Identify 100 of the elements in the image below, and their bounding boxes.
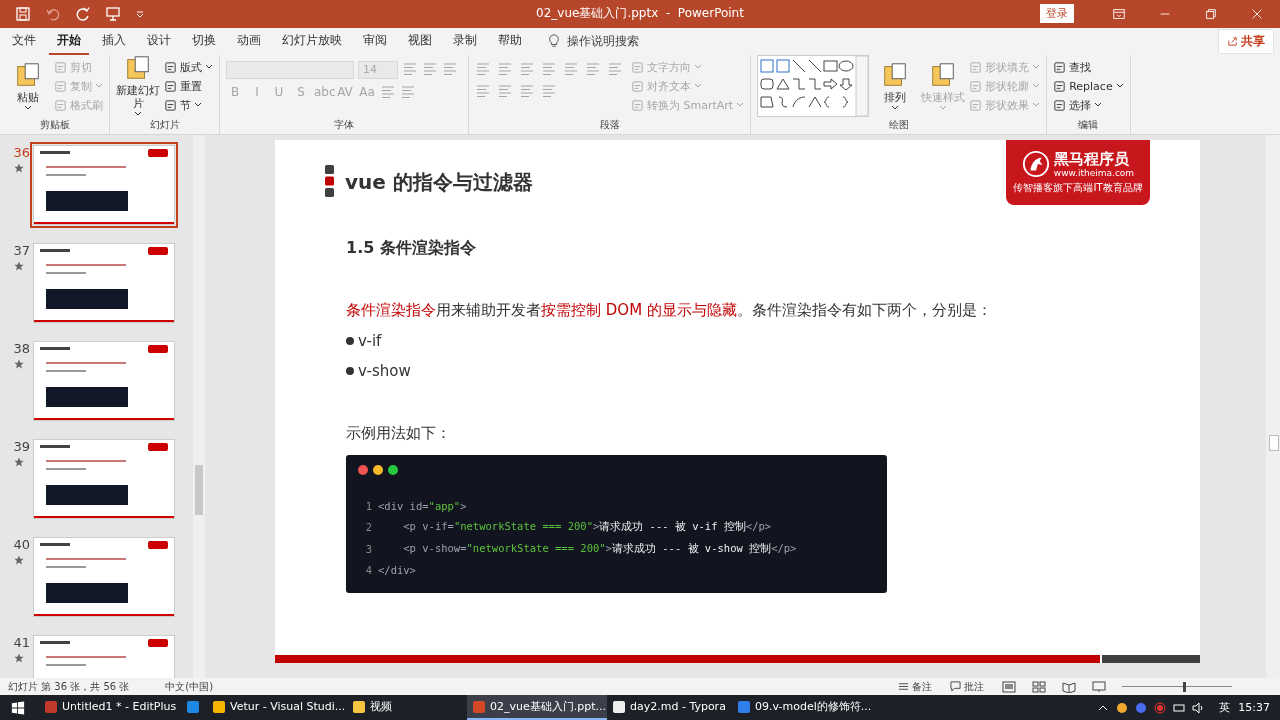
square-icon xyxy=(1053,60,1067,74)
group-label: 编辑 xyxy=(1077,118,1100,133)
slide-number: 41 xyxy=(13,635,30,651)
taskbar-item[interactable]: Untitled1 * - EditPlus xyxy=(39,695,179,720)
square-icon xyxy=(631,79,644,93)
slideshow-icon[interactable] xyxy=(1092,680,1106,693)
ribbon-tab[interactable]: 文件 xyxy=(4,27,44,55)
caret-icon xyxy=(24,103,32,112)
restore-icon[interactable] xyxy=(1204,6,1218,21)
zoom-thumb[interactable] xyxy=(1182,681,1186,692)
square-icon xyxy=(54,79,67,93)
slide-number: 40 xyxy=(13,537,30,553)
line-number: 4 xyxy=(364,564,372,577)
customize-caret-icon[interactable] xyxy=(135,8,145,19)
scrollbar[interactable] xyxy=(1266,135,1280,679)
horse-logo-icon xyxy=(1021,150,1050,179)
ribbon-large-button[interactable]: 新建幻灯片 xyxy=(116,54,160,119)
save-icon[interactable] xyxy=(15,5,31,22)
ribbon-tab[interactable]: 视图 xyxy=(400,27,440,55)
taskbar-item[interactable]: Vetur - Visual Studi... xyxy=(207,695,347,720)
code-line: <p v-if="networkState === 200">请求成功 --- 被 v-if 控制</p> xyxy=(402,520,772,535)
network-icon[interactable] xyxy=(1173,701,1186,714)
windows-start-icon[interactable] xyxy=(11,700,25,715)
ribbon-button[interactable]: 节 xyxy=(164,97,213,113)
group-label: 绘图 xyxy=(887,118,910,133)
star-icon xyxy=(14,359,24,370)
ribbon-button[interactable]: Replace xyxy=(1053,79,1124,93)
reading-view-icon[interactable] xyxy=(1062,680,1076,693)
clock[interactable]: 15:37 xyxy=(1238,701,1270,714)
ribbon-large-button[interactable]: 排列 xyxy=(873,60,918,112)
slide-thumbnail[interactable] xyxy=(33,341,175,422)
ribbon-large-button[interactable]: 粘贴 xyxy=(6,60,50,112)
presentation-icon[interactable] xyxy=(105,5,121,22)
ribbon-display-icon[interactable] xyxy=(1112,6,1126,21)
slide-thumbnail[interactable] xyxy=(33,537,175,618)
taskbar-item[interactable]: 02_vue基础入门.ppt... xyxy=(467,695,607,720)
slide-thumbnail[interactable] xyxy=(33,145,175,226)
ribbon-tab[interactable]: 设计 xyxy=(139,27,179,55)
ribbon-tab[interactable]: 动画 xyxy=(229,27,269,55)
zoom-slider[interactable] xyxy=(1122,680,1232,693)
line-number: 2 xyxy=(364,521,372,534)
square-icon xyxy=(631,60,644,74)
square-icon xyxy=(164,79,177,93)
logo-name: 黑马程序员 xyxy=(1053,150,1130,168)
bullet-icon xyxy=(346,337,354,346)
square-icon xyxy=(1053,98,1067,112)
circle-icon[interactable] xyxy=(1135,701,1148,714)
square-icon xyxy=(969,60,983,74)
language-indicator[interactable]: 中文(中国) xyxy=(165,679,214,694)
example-label: 示例用法如下： xyxy=(346,424,451,444)
square-icon xyxy=(54,98,67,112)
speaker-icon[interactable] xyxy=(1192,701,1205,714)
comments-button[interactable]: 批注 xyxy=(950,679,984,694)
shapes-gallery[interactable] xyxy=(757,55,870,118)
share-button[interactable]: 共享 xyxy=(1218,28,1274,54)
ribbon-tab[interactable]: 录制 xyxy=(445,27,485,55)
ribbon-tab[interactable]: 幻灯片放映 xyxy=(274,27,350,55)
record-icon[interactable] xyxy=(1154,701,1167,714)
taskbar-item[interactable]: 09.v-model的修饰符... xyxy=(731,695,872,720)
line-number: 3 xyxy=(364,542,372,555)
ribbon-tab[interactable]: 审阅 xyxy=(355,27,395,55)
ribbon-button[interactable]: 选择 xyxy=(1053,97,1124,113)
star-icon xyxy=(14,163,24,174)
bullet-text: v-show xyxy=(358,362,411,381)
square-icon xyxy=(164,60,177,74)
normal-view-icon[interactable] xyxy=(1002,680,1016,693)
star-icon xyxy=(14,261,24,272)
tell-me-search[interactable]: 操作说明搜索 xyxy=(567,32,639,50)
square-icon xyxy=(631,98,644,112)
square-icon xyxy=(164,98,177,112)
lightbulb-icon xyxy=(547,34,561,49)
taskbar-item[interactable]: day2.md - Typora xyxy=(607,695,732,720)
logo-url: www.itheima.com xyxy=(1053,167,1135,178)
square-icon xyxy=(969,79,983,93)
input-method-indicator[interactable]: 英 xyxy=(1219,700,1231,715)
slide-thumbnail[interactable] xyxy=(33,243,175,324)
ribbon-button[interactable]: 版式 xyxy=(164,59,213,75)
title-marker-icon xyxy=(325,165,335,198)
slide-count: 幻灯片 第 36 张，共 56 张 xyxy=(8,679,130,694)
redo-icon[interactable] xyxy=(75,5,91,22)
caret-icon xyxy=(939,103,948,112)
sign-in-button[interactable]: 登录 xyxy=(1040,4,1074,24)
share-icon xyxy=(1227,35,1238,47)
zoom-dot-icon xyxy=(388,465,398,476)
slide-number: 36 xyxy=(13,145,30,161)
notes-icon xyxy=(898,681,909,693)
ribbon-tab[interactable]: 帮助 xyxy=(490,27,530,55)
ribbon-button[interactable]: 重置 xyxy=(164,78,213,94)
slide-thumbnail[interactable] xyxy=(33,439,175,520)
taskbar-item[interactable]: 视频 xyxy=(347,695,467,720)
notes-button[interactable]: 备注 xyxy=(898,679,932,694)
star-icon xyxy=(14,457,24,468)
square-icon xyxy=(1053,79,1067,93)
group-label: 字体 xyxy=(333,118,355,133)
ribbon-tab[interactable]: 插入 xyxy=(94,27,134,55)
ribbon-tab[interactable]: 切换 xyxy=(184,27,224,55)
grid-view-icon[interactable] xyxy=(1032,680,1046,693)
ribbon-button[interactable]: 查找 xyxy=(1053,59,1124,75)
scrollbar[interactable] xyxy=(193,135,205,679)
minimize-dot-icon xyxy=(373,465,383,476)
